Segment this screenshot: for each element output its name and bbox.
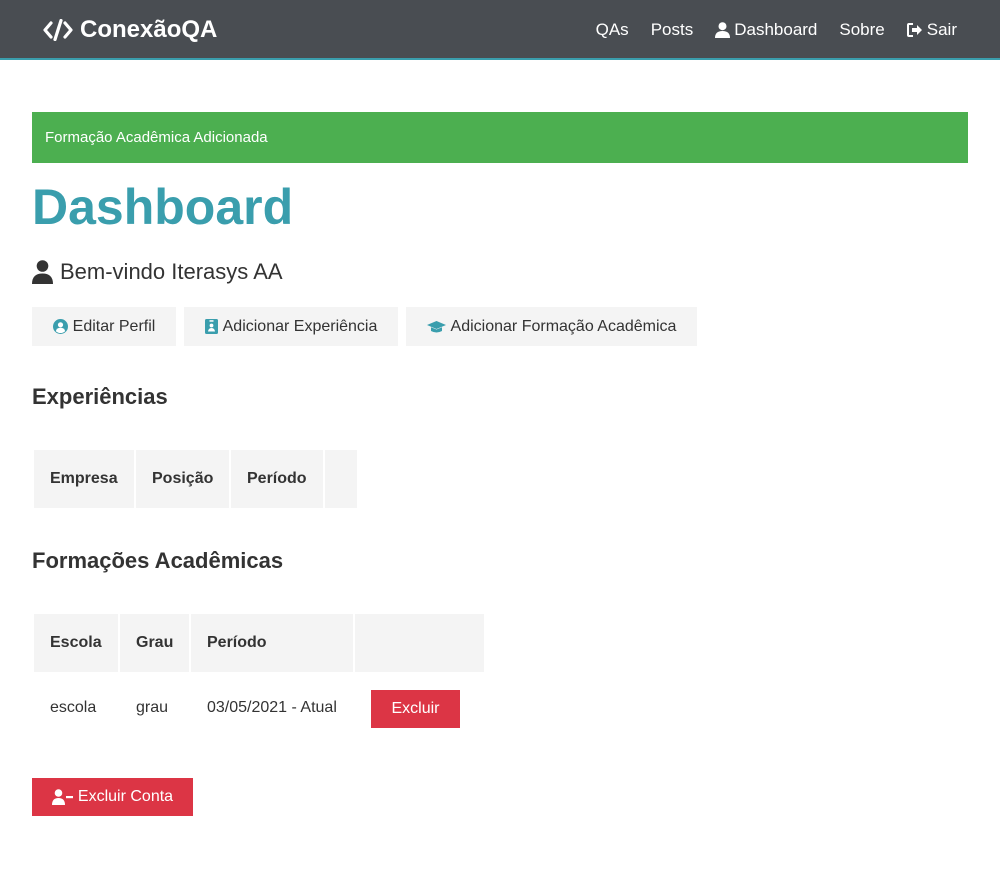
- experience-header-position: Posição: [136, 450, 229, 508]
- experience-header-company: Empresa: [34, 450, 134, 508]
- experiences-title: Experiências: [32, 384, 168, 409]
- experience-header-period: Período: [231, 450, 323, 508]
- delete-education-button[interactable]: Excluir: [371, 690, 460, 728]
- add-education-button[interactable]: Adicionar Formação Acadêmica: [406, 307, 697, 346]
- add-experience-label: Adicionar Experiência: [222, 317, 378, 335]
- add-experience-button[interactable]: Adicionar Experiência: [184, 307, 398, 346]
- education-title: Formações Acadêmicas: [32, 548, 284, 573]
- edit-profile-label: Editar Perfil: [72, 317, 156, 335]
- nav-link-posts-label: Posts: [650, 20, 694, 39]
- welcome-message: Bem-vindo Iterasys AA: [32, 257, 283, 287]
- delete-education-label: Excluir: [391, 700, 440, 717]
- code-icon: [43, 19, 73, 41]
- nav-link-about[interactable]: Sobre: [839, 19, 884, 41]
- brand-link[interactable]: ConexãoQA: [43, 15, 217, 45]
- education-cell-degree: grau: [136, 699, 169, 716]
- navbar: ConexãoQA QAs Posts Dashboard Sobre Sair: [0, 0, 1000, 60]
- welcome-text: Bem-vindo Iterasys AA: [60, 259, 283, 284]
- id-badge-icon: [204, 319, 218, 334]
- nav-links: QAs Posts Dashboard Sobre Sair: [574, 19, 957, 41]
- user-circle-icon: [52, 319, 68, 334]
- add-education-label: Adicionar Formação Acadêmica: [450, 317, 677, 335]
- nav-link-logout[interactable]: Sair: [906, 19, 957, 41]
- delete-account-button[interactable]: Excluir Conta: [32, 778, 193, 816]
- nav-link-about-label: Sobre: [839, 20, 885, 39]
- nav-link-dashboard[interactable]: Dashboard: [715, 19, 817, 41]
- brand-name: ConexãoQA: [80, 16, 218, 43]
- edit-profile-button[interactable]: Editar Perfil: [32, 307, 176, 346]
- sign-out-icon: [906, 23, 922, 37]
- education-header-actions: [355, 614, 484, 672]
- nav-link-qas-label: QAs: [595, 20, 629, 39]
- education-header-degree: Grau: [120, 614, 189, 672]
- education-header-period: Período: [191, 614, 353, 672]
- user-icon: [715, 22, 731, 38]
- nav-link-logout-label: Sair: [926, 20, 957, 39]
- success-alert-text: Formação Acadêmica Adicionada: [45, 129, 268, 146]
- experience-header-actions: [325, 450, 357, 508]
- education-header-school: Escola: [34, 614, 118, 672]
- page-title: Dashboard: [32, 179, 294, 235]
- nav-link-qas[interactable]: QAs: [596, 19, 629, 41]
- education-cell-school: escola: [50, 699, 97, 716]
- user-icon: [32, 260, 53, 284]
- graduation-cap-icon: [426, 320, 446, 332]
- success-alert: Formação Acadêmica Adicionada: [32, 112, 968, 163]
- nav-link-dashboard-label: Dashboard: [734, 20, 818, 39]
- nav-link-posts[interactable]: Posts: [651, 19, 694, 41]
- education-cell-period: 03/05/2021 - Atual: [207, 699, 337, 716]
- delete-account-label: Excluir Conta: [77, 788, 174, 805]
- user-minus-icon: [51, 789, 73, 805]
